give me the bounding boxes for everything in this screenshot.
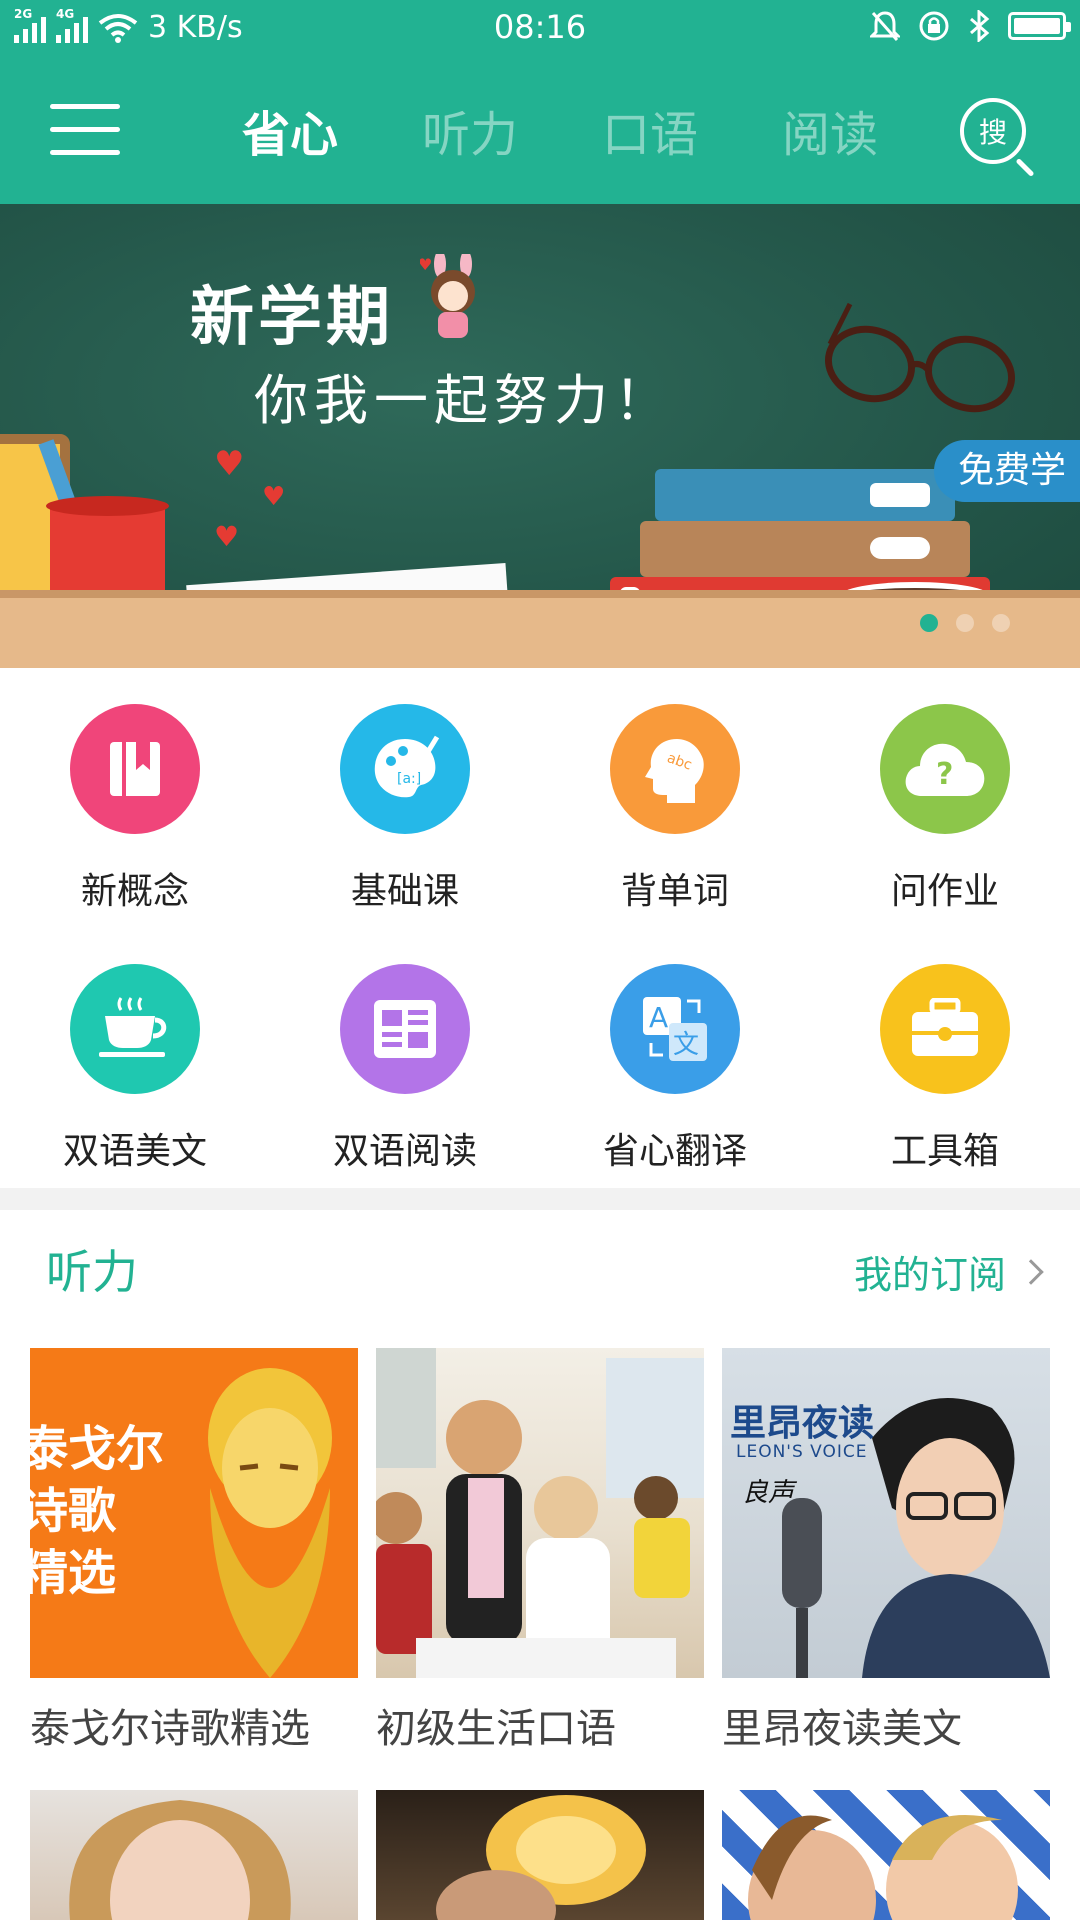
promo-banner[interactable]: ♥ ♥ ♥ 新学期 ♥ 你我一起努力！ 免费学 — [0, 204, 1080, 668]
course-card[interactable]: 泰戈尔 诗歌 精选 泰戈尔诗歌精选 — [30, 1348, 358, 1754]
feature-new-concept[interactable]: 新概念 — [0, 668, 270, 928]
book-icon — [70, 704, 200, 834]
portrait-illustration — [208, 1368, 332, 1678]
banner-subtitle: 你我一起努力！ — [254, 369, 674, 432]
course-cover: 泰戈尔 诗歌 精选 — [30, 1348, 358, 1678]
banner-title: 新学期 — [190, 281, 394, 355]
palette-icon: [a:] — [340, 704, 470, 834]
tab-shengxin[interactable]: 省心 — [200, 95, 380, 165]
battery-icon — [1008, 12, 1071, 40]
feature-bilingual-essay[interactable]: 双语美文 — [0, 928, 270, 1188]
tab-speaking[interactable]: 口语 — [560, 95, 740, 165]
search-icon: 搜 — [960, 98, 1026, 164]
svg-text:?: ? — [936, 757, 953, 792]
feature-basic-course[interactable]: [a:] 基础课 — [270, 668, 540, 928]
desk-illustration — [0, 590, 1080, 668]
feature-translate[interactable]: A文 省心翻译 — [540, 928, 810, 1188]
listening-cards: 泰戈尔 诗歌 精选 泰戈尔诗歌精选 初级生活口语 里昂夜读 LEON'S VOI… — [30, 1348, 1050, 1754]
toolbox-icon — [880, 964, 1010, 1094]
cover-text: 泰戈尔 诗歌 精选 — [30, 1421, 165, 1601]
course-card[interactable] — [376, 1790, 704, 1920]
course-cover — [722, 1790, 1050, 1920]
svg-text:文: 文 — [673, 1030, 699, 1060]
tea-cup-icon — [70, 964, 200, 1094]
carousel-dot[interactable] — [992, 614, 1010, 632]
course-cover: 里昂夜读 LEON'S VOICE 良声 — [722, 1348, 1050, 1678]
bluetooth-icon — [970, 10, 990, 42]
feature-label: 基础课 — [350, 871, 459, 912]
subscription-label: 我的订阅 — [853, 1253, 1006, 1297]
feature-vocabulary[interactable]: abc 背单词 — [540, 668, 810, 928]
my-subscription-link[interactable]: 我的订阅 — [853, 1244, 1044, 1299]
course-title: 泰戈尔诗歌精选 — [30, 1706, 310, 1752]
carousel-dot[interactable] — [920, 614, 938, 632]
feature-bilingual-reading[interactable]: 双语阅读 — [270, 928, 540, 1188]
section-divider — [0, 1188, 1080, 1210]
listening-cards-row2 — [30, 1790, 1050, 1920]
rotation-lock-icon — [919, 11, 949, 41]
section-title-listening: 听力 — [46, 1245, 138, 1299]
translate-icon: A文 — [610, 964, 740, 1094]
host-portrait-illustration — [782, 1398, 1050, 1678]
heart-icon: ♥ — [214, 520, 240, 553]
carousel-indicator — [920, 614, 1010, 632]
glasses-illustration — [824, 302, 1016, 413]
status-bar: 2G 4G 3 KB/s 08:16 — [0, 0, 1080, 56]
course-title: 初级生活口语 — [376, 1706, 616, 1752]
students-illustration — [376, 1348, 704, 1678]
top-nav: 省心 听力 口语 阅读 搜 — [0, 56, 1080, 204]
tab-reading[interactable]: 阅读 — [740, 95, 920, 165]
newspaper-icon — [340, 964, 470, 1094]
svg-text:♥: ♥ — [420, 255, 432, 274]
chevron-right-icon — [1018, 1258, 1044, 1285]
course-title: 里昂夜读美文 — [722, 1706, 962, 1752]
course-cover — [376, 1348, 704, 1678]
heart-icon: ♥ — [214, 444, 245, 484]
menu-button[interactable] — [50, 104, 120, 160]
question-cloud-icon: ? — [880, 704, 1010, 834]
course-card[interactable] — [30, 1790, 358, 1920]
course-cover — [30, 1790, 358, 1920]
app-root: 2G 4G 3 KB/s 08:16 省心 听力 口语 阅读 搜 ♥ ♥ ♥ 新… — [0, 0, 1080, 1920]
course-card[interactable]: 里昂夜读 LEON'S VOICE 良声 里昂夜读美文 — [722, 1348, 1050, 1754]
portrait-illustration — [69, 1800, 291, 1920]
feature-label: 双语阅读 — [332, 1131, 477, 1172]
head-abc-icon: abc — [610, 704, 740, 834]
course-card[interactable] — [722, 1790, 1050, 1920]
course-card[interactable]: 初级生活口语 — [376, 1348, 704, 1754]
cartoon-girl-illustration: ♥ — [420, 254, 475, 338]
feature-label: 双语美文 — [62, 1131, 207, 1172]
people-illustration — [748, 1815, 1018, 1920]
feature-label: 背单词 — [620, 871, 729, 912]
tab-listening[interactable]: 听力 — [380, 95, 560, 165]
brain-illustration — [436, 1795, 646, 1920]
svg-text:A: A — [649, 1001, 668, 1034]
feature-ask-homework[interactable]: ? 问作业 — [810, 668, 1080, 928]
feature-label: 省心翻译 — [602, 1131, 747, 1172]
heart-icon: ♥ — [262, 482, 286, 512]
feature-grid: 新概念 [a:] 基础课 abc 背单词 ? 问作业 双语美文 双语阅读 A 文… — [0, 668, 1080, 1188]
feature-toolbox[interactable]: 工具箱 — [810, 928, 1080, 1188]
feature-label: 问作业 — [890, 871, 999, 912]
feature-label: 工具箱 — [890, 1131, 999, 1172]
free-learn-badge[interactable]: 免费学 — [933, 440, 1080, 502]
mute-bell-icon — [870, 11, 900, 41]
course-cover — [376, 1790, 704, 1920]
carousel-dot[interactable] — [956, 614, 974, 632]
search-button[interactable]: 搜 — [960, 98, 1038, 178]
nav-tabs: 省心 听力 口语 阅读 — [200, 56, 920, 204]
feature-label: 新概念 — [80, 871, 189, 912]
